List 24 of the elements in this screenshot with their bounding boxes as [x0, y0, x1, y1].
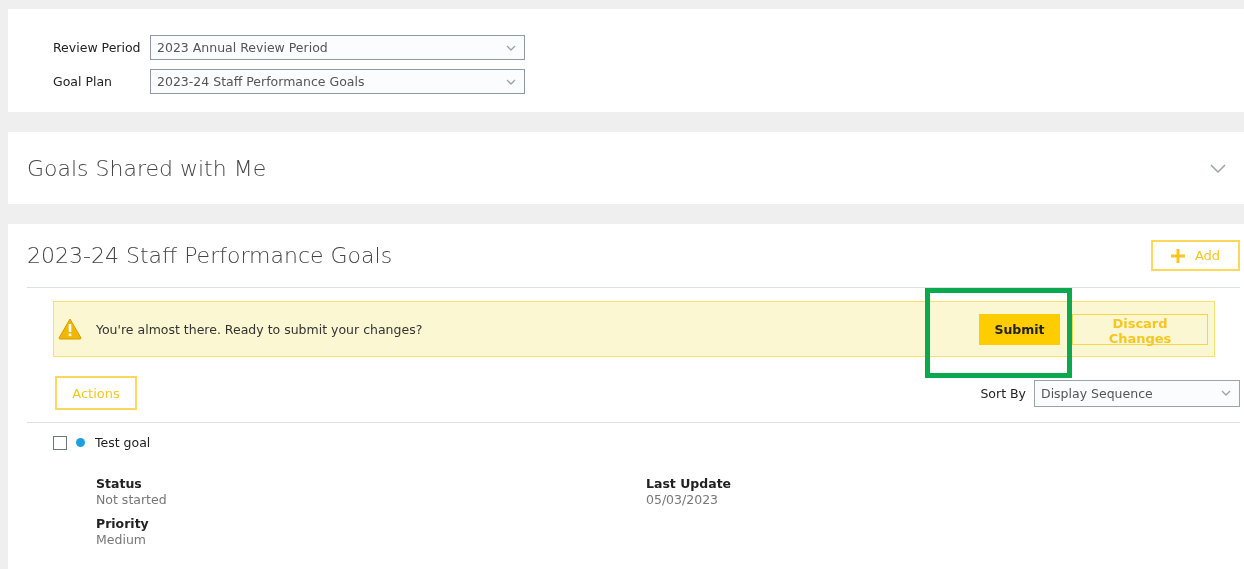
field-label: Goal Plan: [53, 74, 114, 89]
submit-button[interactable]: Submit: [979, 313, 1060, 345]
chevron-icon: [1221, 390, 1231, 396]
dropdown[interactable]: 2023-24 Staff Performance Goals: [150, 69, 525, 94]
chevron-icon[interactable]: [1210, 163, 1226, 173]
chevron-icon: [506, 44, 516, 51]
chevron-icon: [506, 78, 516, 85]
plus-icon: [1170, 248, 1185, 263]
checkbox[interactable]: [53, 435, 67, 450]
alert-message: You're almost there. Ready to submit your changes?: [96, 321, 424, 337]
field-label: Last Update: [646, 476, 733, 491]
field-value: 05/03/2023: [646, 492, 720, 507]
field-label: Status: [96, 476, 143, 491]
sort-dropdown[interactable]: Display Sequence: [1034, 379, 1240, 407]
section-title: 2023-24 Staff Performance Goals: [27, 243, 393, 268]
field-value: Not started: [96, 492, 168, 507]
field-label: Review Period: [53, 40, 142, 55]
dropdown[interactable]: 2023 Annual Review Period: [150, 35, 525, 60]
section-title: Goals Shared with Me: [27, 155, 267, 181]
sort-label: Sort By: [980, 385, 1026, 401]
field-value: Medium: [96, 532, 147, 547]
goal-title[interactable]: Test goal: [95, 435, 151, 450]
field-label: Priority: [96, 516, 150, 531]
warning-icon: [58, 318, 82, 340]
